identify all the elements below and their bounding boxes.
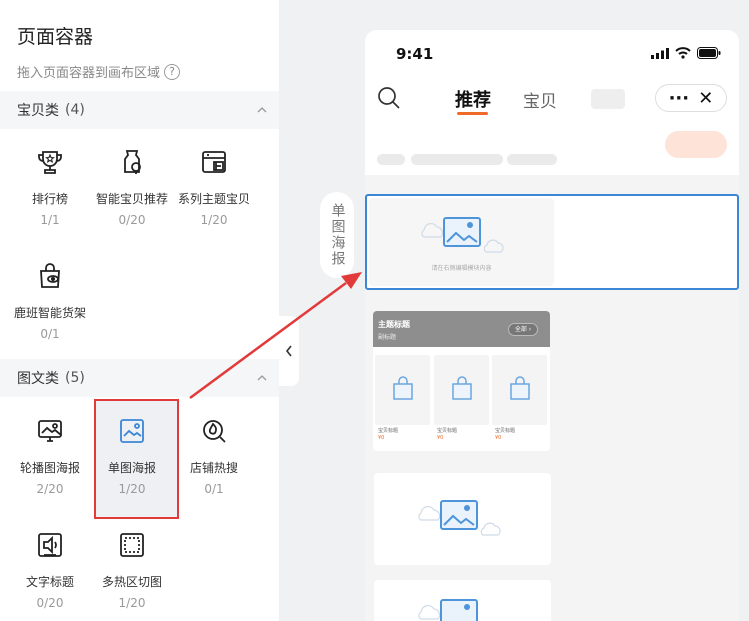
product-price: ¥0 bbox=[378, 435, 385, 441]
mini-program-capsule: ··· ✕ bbox=[655, 84, 727, 112]
image-placeholder-icon bbox=[421, 217, 504, 253]
bag-icon bbox=[452, 376, 472, 400]
component-count: 1/1 bbox=[40, 213, 60, 227]
placeholder-button bbox=[665, 131, 727, 158]
text-title-icon bbox=[38, 533, 62, 557]
theme-product-module[interactable]: 主题标题 副标题 全部 › 宝贝标题 ¥0 宝贝标题 ¥0 宝贝标题 ¥0 bbox=[373, 311, 550, 451]
single-poster-placeholder: 请在右侧编辑模块内容 bbox=[369, 198, 554, 286]
smart-product-icon bbox=[124, 150, 141, 174]
component-count: 0/20 bbox=[118, 213, 146, 227]
poster-module[interactable] bbox=[374, 473, 551, 565]
phone-nav: 推荐 宝贝 ··· ✕ bbox=[365, 82, 739, 118]
theme-header: 主题标题 副标题 全部 › bbox=[373, 311, 550, 347]
panel-subtitle: 拖入页面容器到画布区域 ? bbox=[17, 62, 181, 81]
module-hint-text: 请在右侧编辑模块内容 bbox=[431, 265, 492, 272]
component-label: 智能宝贝推荐 bbox=[95, 192, 168, 206]
section-header-products[interactable]: 宝贝类 (4) bbox=[0, 91, 279, 129]
bag-icon bbox=[510, 376, 530, 400]
component-multi-hotspot[interactable]: 多热区切图 1/20 bbox=[92, 531, 172, 610]
status-icons bbox=[651, 47, 721, 59]
component-count: 1/20 bbox=[200, 213, 228, 227]
component-count: 1/20 bbox=[118, 596, 146, 610]
component-label: 文字标题 bbox=[25, 575, 74, 589]
product-title: 宝贝标题 bbox=[437, 428, 458, 434]
component-single-poster[interactable]: 单图海报 1/20 bbox=[92, 417, 172, 496]
placeholder-bar bbox=[411, 154, 503, 165]
wifi-icon bbox=[675, 47, 691, 59]
component-label: 系列主题宝贝 bbox=[177, 192, 250, 206]
product-price: ¥0 bbox=[495, 435, 502, 441]
close-icon[interactable]: ✕ bbox=[698, 88, 713, 109]
theme-all-button[interactable]: 全部 › bbox=[508, 323, 538, 336]
component-panel: 页面容器 拖入页面容器到画布区域 ? 宝贝类 (4) 排行榜 1/1 智能宝贝推… bbox=[0, 0, 279, 621]
smart-shelf-icon bbox=[40, 263, 60, 288]
section-title: 宝贝类 bbox=[17, 103, 59, 119]
component-count: 2/20 bbox=[36, 482, 64, 496]
tab-underline bbox=[457, 112, 488, 115]
single-poster-module[interactable]: 请在右侧编辑模块内容 bbox=[365, 194, 739, 290]
help-icon[interactable]: ? bbox=[164, 63, 181, 80]
chevron-left-icon bbox=[285, 345, 292, 357]
component-count: 0/1 bbox=[40, 327, 60, 341]
component-label: 轮播图海报 bbox=[19, 461, 80, 475]
section-title: 图文类 bbox=[17, 371, 59, 387]
component-leaderboard[interactable]: 排行榜 1/1 bbox=[10, 148, 90, 227]
tab-products[interactable]: 宝贝 bbox=[523, 87, 557, 112]
search-icon[interactable] bbox=[377, 86, 401, 110]
component-label: 鹿班智能货架 bbox=[13, 306, 86, 320]
multi-hotspot-icon bbox=[120, 533, 144, 557]
component-carousel-poster[interactable]: 轮播图海报 2/20 bbox=[10, 417, 90, 496]
placeholder-bar bbox=[507, 154, 557, 165]
hot-search-icon bbox=[203, 420, 226, 443]
status-time: 9:41 bbox=[396, 45, 434, 63]
theme-subtitle: 副标题 bbox=[378, 334, 397, 341]
image-placeholder-icon bbox=[418, 599, 478, 621]
section-count: (4) bbox=[65, 102, 85, 118]
poster-module[interactable] bbox=[374, 580, 551, 621]
tab-recommend[interactable]: 推荐 bbox=[455, 86, 491, 112]
component-label: 多热区切图 bbox=[101, 575, 162, 589]
placeholder-bar bbox=[377, 154, 405, 165]
product-image bbox=[434, 355, 489, 425]
product-price: ¥0 bbox=[437, 435, 444, 441]
bag-icon bbox=[393, 376, 413, 400]
component-label: 排行榜 bbox=[31, 192, 68, 206]
component-series-theme[interactable]: 系列主题宝贝 1/20 bbox=[174, 148, 254, 227]
component-hot-search[interactable]: 店铺热搜 0/1 bbox=[174, 417, 254, 496]
chevron-up-icon[interactable] bbox=[255, 371, 269, 385]
drag-component-label[interactable]: 单图海报 bbox=[320, 192, 354, 278]
carousel-poster-icon bbox=[38, 420, 62, 442]
chevron-up-icon[interactable] bbox=[255, 103, 269, 117]
component-smart-shelf[interactable]: 鹿班智能货架 0/1 bbox=[10, 262, 90, 341]
product-image bbox=[375, 355, 430, 425]
trophy-icon bbox=[38, 151, 62, 174]
section-count: (5) bbox=[65, 370, 85, 386]
shop-series-icon bbox=[202, 151, 226, 173]
product-title: 宝贝标题 bbox=[378, 428, 399, 434]
component-text-title[interactable]: 文字标题 0/20 bbox=[10, 531, 90, 610]
phone-header: 9:41 推荐 宝贝 ··· ✕ bbox=[365, 30, 739, 175]
theme-title: 主题标题 bbox=[378, 320, 410, 329]
component-count: 1/20 bbox=[118, 482, 146, 496]
panel-title: 页面容器 bbox=[17, 26, 94, 48]
image-placeholder-icon bbox=[418, 500, 501, 536]
signal-icon bbox=[651, 47, 669, 59]
component-label: 店铺热搜 bbox=[189, 461, 238, 475]
collapse-panel-button[interactable] bbox=[279, 316, 299, 386]
single-poster-icon bbox=[120, 419, 144, 443]
battery-icon bbox=[697, 47, 721, 59]
component-label: 单图海报 bbox=[107, 461, 156, 475]
component-count: 0/1 bbox=[204, 482, 224, 496]
section-header-graphic[interactable]: 图文类 (5) bbox=[0, 359, 279, 397]
component-smart-recommend[interactable]: 智能宝贝推荐 0/20 bbox=[92, 148, 172, 227]
component-count: 0/20 bbox=[36, 596, 64, 610]
panel-subtitle-text: 拖入页面容器到画布区域 bbox=[17, 66, 161, 81]
phone-canvas: 9:41 推荐 宝贝 ··· ✕ 请在右侧编辑模块内容 主题标题 副标题 全部 … bbox=[365, 30, 739, 621]
product-title: 宝贝标题 bbox=[495, 428, 516, 434]
more-icon[interactable]: ··· bbox=[669, 88, 690, 109]
product-image bbox=[492, 355, 547, 425]
tab-placeholder bbox=[591, 89, 625, 109]
